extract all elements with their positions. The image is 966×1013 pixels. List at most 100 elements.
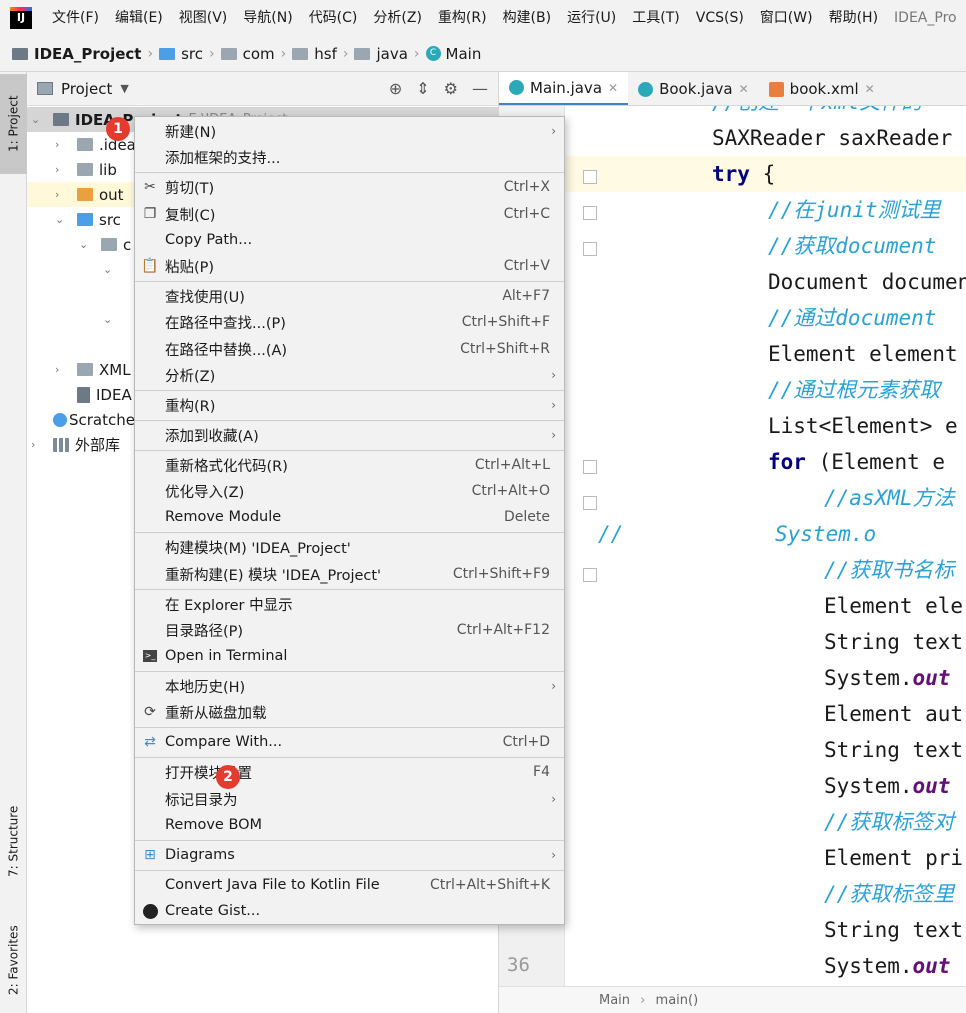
project-panel-title[interactable]: Project bbox=[61, 80, 112, 98]
tree-item-scratches[interactable]: Scratche bbox=[27, 407, 135, 432]
paste-icon: 📋 bbox=[141, 258, 159, 274]
menu-item-compare-with[interactable]: ⇄ Compare With... Ctrl+D bbox=[135, 729, 564, 755]
menu-file[interactable]: 文件(F) bbox=[44, 0, 107, 36]
chevron-down-icon[interactable]: ▼ bbox=[120, 82, 128, 95]
code-line: String text bbox=[824, 630, 964, 654]
menu-refactor[interactable]: 重构(R) bbox=[430, 0, 495, 36]
menu-item-add-to-favorites[interactable]: 添加到收藏(A) › bbox=[135, 422, 564, 448]
menu-item-label: 重新构建(E) 模块 'IDEA_Project' bbox=[165, 567, 382, 584]
menu-item-label: Copy Path... bbox=[165, 232, 253, 248]
menu-item-reload-from-disk[interactable]: ⟳ 重新从磁盘加载 bbox=[135, 699, 564, 725]
copy-icon: ❐ bbox=[143, 206, 157, 222]
breadcrumb-src[interactable]: src bbox=[155, 45, 207, 63]
chevron-right-icon: › bbox=[55, 138, 60, 151]
close-icon[interactable]: ✕ bbox=[865, 82, 875, 96]
menu-item-cut[interactable]: ✂ 剪切(T) Ctrl+X bbox=[135, 174, 564, 200]
menu-help[interactable]: 帮助(H) bbox=[821, 0, 886, 36]
menu-item-rebuild-module[interactable]: 重新构建(E) 模块 'IDEA_Project' Ctrl+Shift+F9 bbox=[135, 561, 564, 587]
code-line: Element element bbox=[768, 342, 958, 366]
chevron-down-icon: ⌄ bbox=[55, 213, 65, 226]
menu-code[interactable]: 代码(C) bbox=[301, 0, 366, 36]
menu-vcs[interactable]: VCS(S) bbox=[688, 0, 752, 36]
project-tool-tab[interactable]: 1: Project bbox=[0, 74, 27, 174]
menu-item-find-in-path[interactable]: 在路径中查找...(P) Ctrl+Shift+F bbox=[135, 309, 564, 335]
menu-item-show-in-explorer[interactable]: 在 Explorer 中显示 bbox=[135, 591, 564, 617]
breadcrumb-hsf[interactable]: hsf bbox=[288, 45, 341, 63]
menu-item-remove-module[interactable]: Remove Module Delete bbox=[135, 504, 564, 530]
breadcrumb-java[interactable]: java bbox=[350, 45, 411, 63]
menu-item-analyze[interactable]: 分析(Z) › bbox=[135, 362, 564, 388]
menu-item-create-gist[interactable]: Create Gist... bbox=[135, 898, 564, 924]
menu-run[interactable]: 运行(U) bbox=[559, 0, 624, 36]
menu-item-open-module-settings[interactable]: 打开模块设置 F4 bbox=[135, 759, 564, 785]
locate-icon[interactable]: ⊕ bbox=[389, 79, 402, 98]
tree-item-iml[interactable]: IDEA bbox=[27, 382, 132, 407]
chevron-right-icon: › bbox=[551, 398, 556, 412]
menu-item-open-in-terminal[interactable]: >_ Open in Terminal bbox=[135, 643, 564, 669]
tab-main-java[interactable]: Main.java ✕ bbox=[499, 72, 629, 105]
menu-item-local-history[interactable]: 本地历史(H) › bbox=[135, 673, 564, 699]
menu-view[interactable]: 视图(V) bbox=[171, 0, 236, 36]
menu-item-build-module[interactable]: 构建模块(M) 'IDEA_Project' bbox=[135, 534, 564, 560]
menu-item-find-usages[interactable]: 查找使用(U) Alt+F7 bbox=[135, 283, 564, 309]
tree-item-java[interactable]: ⌄ bbox=[27, 307, 117, 332]
project-panel-tools: ⊕ ⇕ ⚙ — bbox=[389, 79, 498, 98]
menu-item-shortcut: Ctrl+C bbox=[503, 206, 550, 222]
menu-tools[interactable]: 工具(T) bbox=[624, 0, 687, 36]
menu-item-reformat-code[interactable]: 重新格式化代码(R) Ctrl+Alt+L bbox=[135, 452, 564, 478]
menu-item-copy[interactable]: ❐ 复制(C) Ctrl+C bbox=[135, 201, 564, 227]
code-content[interactable]: //创建一个xml文件的 SAXReader saxReader try { /… bbox=[566, 106, 966, 986]
code-line: List<Element> e bbox=[768, 414, 958, 438]
breadcrumb-hsf-label: hsf bbox=[314, 44, 337, 63]
tab-book-java[interactable]: Book.java ✕ bbox=[628, 72, 759, 105]
menu-build[interactable]: 构建(B) bbox=[495, 0, 560, 36]
menu-item-add-framework[interactable]: 添加框架的支持... bbox=[135, 144, 564, 170]
menu-navigate[interactable]: 导航(N) bbox=[235, 0, 300, 36]
chevron-right-icon: › bbox=[551, 368, 556, 382]
status-crumb-class[interactable]: Main bbox=[599, 993, 630, 1008]
diagrams-icon: ⊞ bbox=[144, 847, 156, 863]
menu-item-new[interactable]: 新建(N) › bbox=[135, 118, 564, 144]
menu-window[interactable]: 窗口(W) bbox=[752, 0, 821, 36]
scissors-icon: ✂ bbox=[144, 179, 156, 195]
tree-item-src[interactable]: ⌄ src bbox=[27, 207, 121, 232]
favorites-tool-tab[interactable]: 2: Favorites bbox=[0, 912, 27, 1008]
tab-label: Book.java bbox=[659, 80, 733, 98]
menu-item-optimize-imports[interactable]: 优化导入(Z) Ctrl+Alt+O bbox=[135, 478, 564, 504]
menu-edit[interactable]: 编辑(E) bbox=[107, 0, 171, 36]
menu-analyze[interactable]: 分析(Z) bbox=[365, 0, 430, 36]
menu-item-copy-path[interactable]: Copy Path... bbox=[135, 227, 564, 253]
menu-item-diagrams[interactable]: ⊞ Diagrams › bbox=[135, 842, 564, 868]
menu-item-remove-bom[interactable]: Remove BOM bbox=[135, 812, 564, 838]
tree-item-hsf[interactable]: ⌄ bbox=[27, 257, 117, 282]
structure-tool-tab[interactable]: 7: Structure bbox=[0, 790, 27, 892]
menu-item-label: Compare With... bbox=[165, 734, 283, 750]
close-icon[interactable]: ✕ bbox=[608, 81, 618, 95]
breadcrumb-project[interactable]: IDEA_Project bbox=[8, 45, 145, 63]
menu-item-mark-directory-as[interactable]: 标记目录为 › bbox=[135, 786, 564, 812]
tab-book-xml[interactable]: book.xml ✕ bbox=[759, 72, 885, 105]
minimize-icon[interactable]: — bbox=[472, 79, 488, 98]
code-line: String text bbox=[824, 918, 964, 942]
menu-item-replace-in-path[interactable]: 在路径中替换...(A) Ctrl+Shift+R bbox=[135, 336, 564, 362]
status-crumb-method[interactable]: main() bbox=[656, 993, 699, 1008]
breadcrumb-com[interactable]: com bbox=[217, 45, 279, 63]
chevron-right-icon: › bbox=[551, 848, 556, 862]
menu-separator bbox=[135, 390, 564, 391]
tree-item-xml[interactable]: › XML bbox=[27, 357, 131, 382]
code-line: System.out bbox=[824, 954, 951, 978]
gear-icon[interactable]: ⚙ bbox=[444, 79, 458, 98]
menu-item-paste[interactable]: 📋 粘贴(P) Ctrl+V bbox=[135, 253, 564, 279]
collapse-all-icon[interactable]: ⇕ bbox=[416, 79, 429, 98]
menu-item-refactor[interactable]: 重构(R) › bbox=[135, 392, 564, 418]
close-icon[interactable]: ✕ bbox=[739, 82, 749, 96]
menu-item-shortcut: Delete bbox=[504, 509, 550, 525]
tree-item-com[interactable]: ⌄ c bbox=[27, 232, 131, 257]
breadcrumb-main[interactable]: C Main bbox=[422, 45, 486, 63]
menu-item-convert-to-kotlin[interactable]: Convert Java File to Kotlin File Ctrl+Alt… bbox=[135, 872, 564, 898]
intellij-logo-icon: IJ bbox=[10, 7, 32, 29]
tree-item-lib[interactable]: › lib bbox=[27, 157, 117, 182]
tree-item-external-libraries[interactable]: › 外部库 bbox=[27, 432, 120, 457]
menu-item-shortcut: Alt+F7 bbox=[502, 288, 550, 304]
menu-item-directory-path[interactable]: 目录路径(P) Ctrl+Alt+F12 bbox=[135, 617, 564, 643]
